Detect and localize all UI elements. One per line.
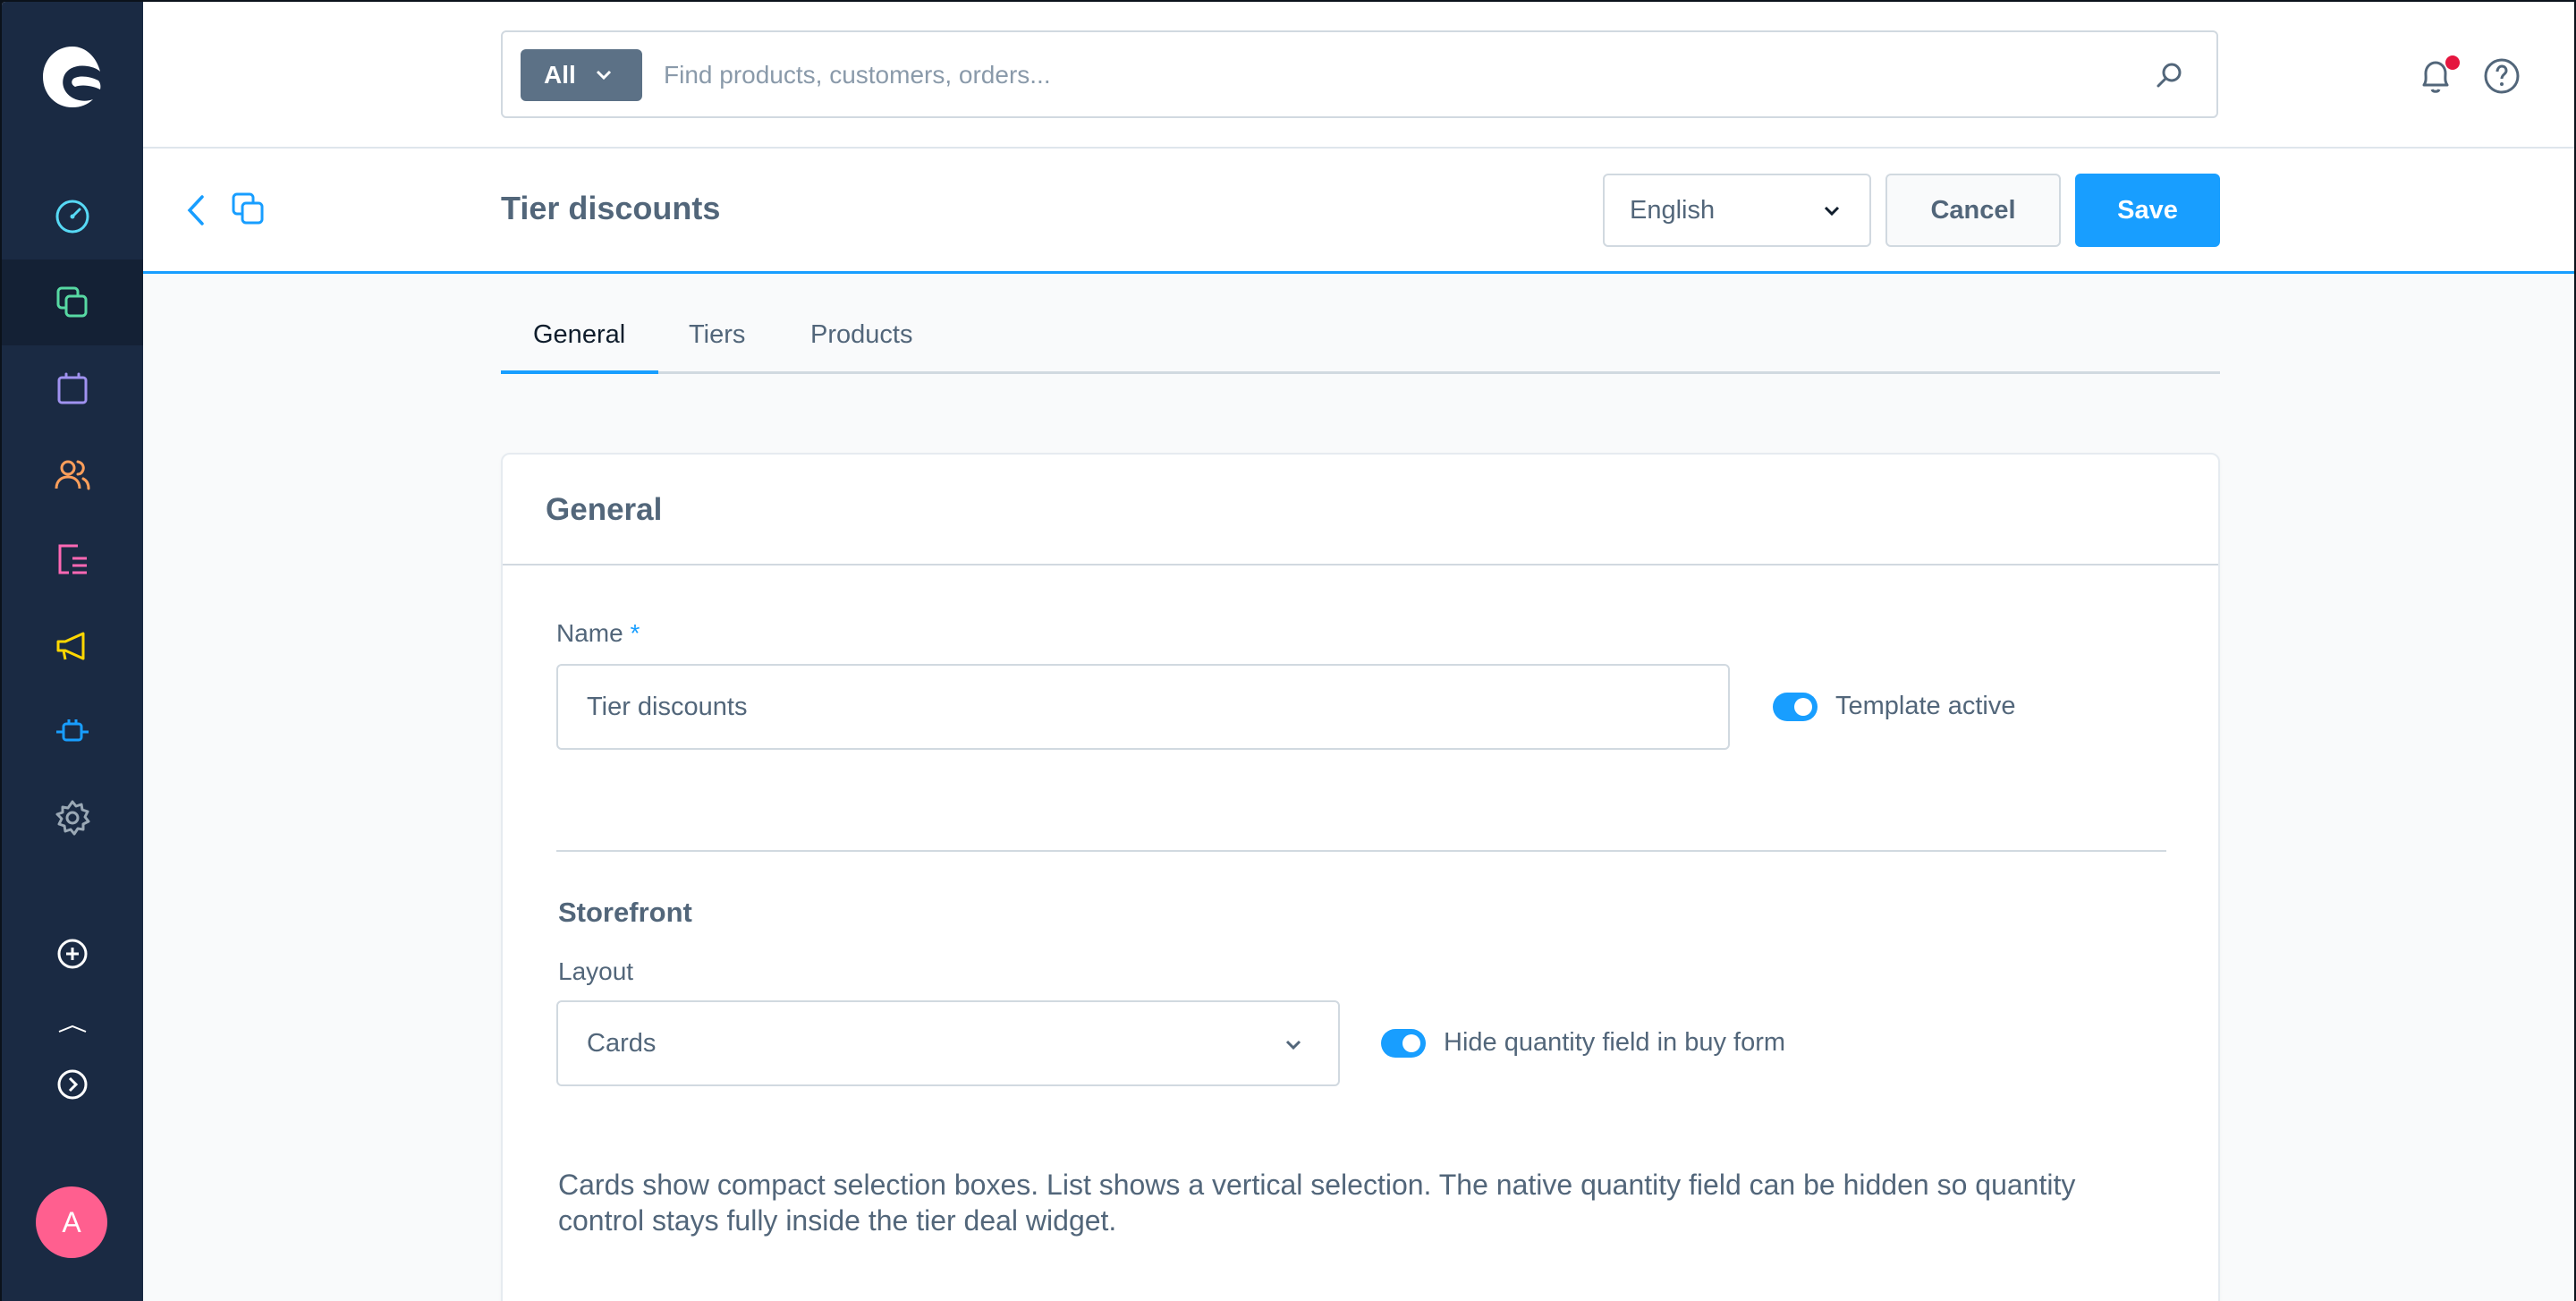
chevron-right-circle-icon — [57, 1069, 88, 1100]
shopware-logo-icon[interactable] — [41, 45, 104, 109]
search-type-dropdown[interactable]: All — [521, 49, 642, 101]
template-active-switch[interactable] — [1773, 693, 1818, 721]
plus-circle-icon — [57, 939, 88, 969]
sidebar-item-marketing[interactable] — [2, 603, 143, 689]
sidebar-item-orders[interactable] — [2, 345, 143, 431]
hide-quantity-switch[interactable] — [1381, 1029, 1426, 1058]
users-icon — [55, 460, 90, 490]
active-tab-indicator — [501, 370, 658, 374]
sidebar-item-customers[interactable] — [2, 431, 143, 517]
name-field[interactable]: Tier discounts — [556, 664, 1730, 750]
tab-bar: General Tiers Products — [501, 301, 2220, 374]
search-type-label: All — [544, 61, 576, 89]
notification-dot — [2445, 55, 2460, 70]
card-title: General — [546, 492, 663, 527]
catalogue-icon — [56, 286, 88, 318]
sidebar-add-button[interactable] — [2, 911, 143, 997]
sidebar-expand-button[interactable] — [2, 1042, 143, 1127]
shopping-bag-icon — [57, 372, 88, 404]
plug-icon — [56, 719, 89, 742]
back-arrow-icon[interactable] — [181, 191, 213, 229]
section-divider — [556, 850, 2166, 852]
name-field-label: Name * — [556, 619, 640, 648]
page-title: Tier discounts — [501, 190, 721, 226]
global-search: All — [501, 30, 2218, 118]
name-field-value: Tier discounts — [587, 692, 748, 721]
chevron-down-icon — [1285, 1040, 1301, 1050]
switch-knob — [1794, 698, 1812, 716]
cancel-button[interactable]: Cancel — [1885, 174, 2061, 247]
gear-icon — [55, 800, 90, 836]
admin-app: A All Tier discounts English Cancel Save… — [2, 2, 2574, 1301]
window-frame: A All Tier discounts English Cancel Save… — [0, 0, 2576, 1301]
megaphone-icon — [56, 632, 85, 660]
chevron-down-icon — [1824, 206, 1840, 217]
language-select[interactable]: English — [1603, 174, 1871, 247]
search-icon[interactable] — [2154, 59, 2186, 91]
top-bar: All — [143, 2, 2574, 149]
template-active-label: Template active — [1835, 692, 2016, 720]
sidebar-collapse-hint-icon — [57, 1022, 88, 1033]
sidebar-item-dashboard[interactable] — [2, 174, 143, 259]
layout-field-label: Layout — [558, 957, 634, 985]
chevron-down-icon — [596, 70, 611, 81]
language-value: English — [1630, 195, 1716, 225]
storefront-section-title: Storefront — [558, 897, 692, 928]
avatar[interactable]: A — [36, 1186, 107, 1258]
required-marker: * — [630, 619, 640, 647]
content-list-icon — [58, 544, 87, 574]
sidebar-item-extensions[interactable] — [2, 689, 143, 775]
layout-help-text: Cards show compact selection boxes. List… — [558, 1169, 2076, 1237]
smart-bar: Tier discounts English Cancel Save — [143, 149, 2574, 274]
sidebar-item-catalogues[interactable] — [2, 259, 143, 345]
tab-tiers[interactable]: Tiers — [689, 320, 745, 350]
duplicate-icon[interactable] — [231, 191, 267, 227]
save-button[interactable]: Save — [2075, 174, 2220, 247]
general-card: General Name * Tier discounts Template a… — [501, 453, 2220, 1301]
gauge-icon — [55, 200, 89, 234]
layout-select[interactable]: Cards — [556, 1000, 1340, 1086]
layout-select-value: Cards — [587, 1028, 657, 1058]
sidebar-item-content[interactable] — [2, 517, 143, 603]
sidebar: A — [2, 2, 143, 1301]
tab-general[interactable]: General — [533, 320, 625, 350]
hide-quantity-label: Hide quantity field in buy form — [1444, 1028, 1786, 1057]
name-label-text: Name — [556, 619, 623, 647]
help-icon[interactable] — [2481, 55, 2522, 97]
sidebar-item-settings[interactable] — [2, 775, 143, 861]
switch-knob — [1402, 1034, 1420, 1052]
card-header: General — [503, 455, 2218, 565]
avatar-initial: A — [62, 1205, 81, 1238]
tab-products[interactable]: Products — [810, 320, 912, 350]
search-input[interactable] — [664, 52, 2095, 98]
